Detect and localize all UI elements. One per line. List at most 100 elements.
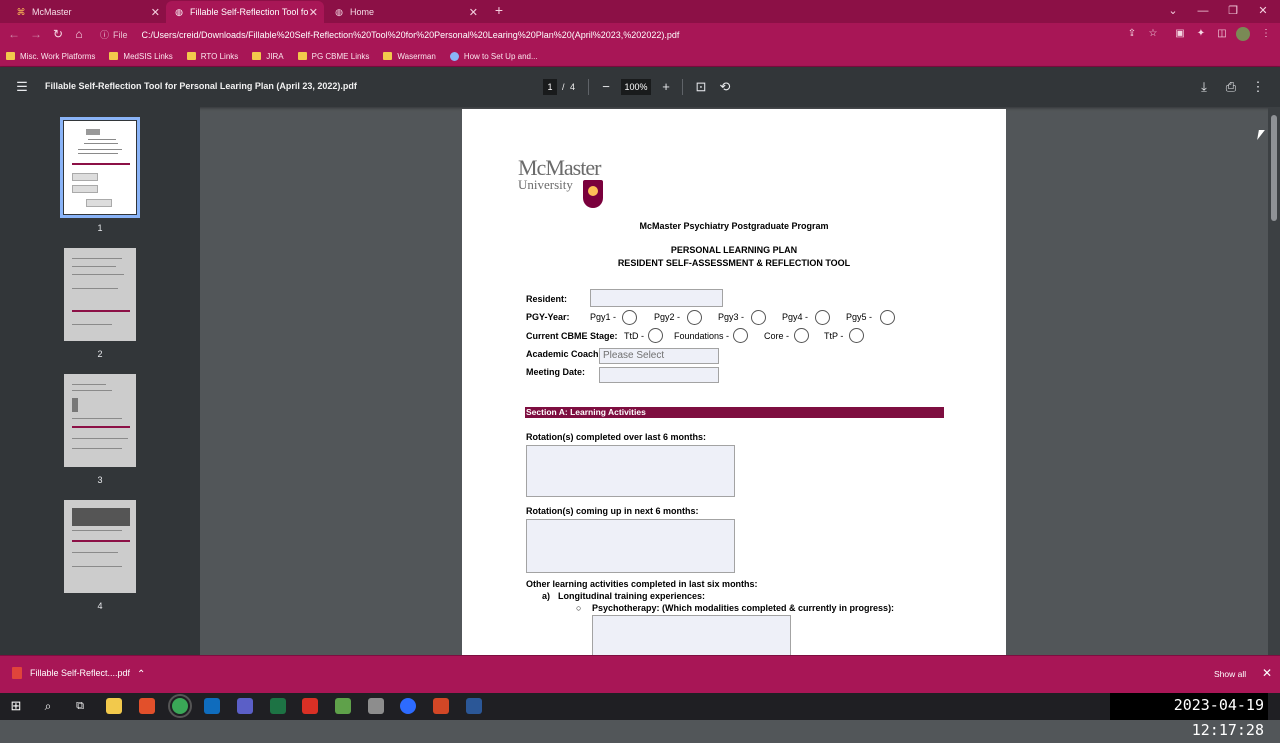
powerpoint-icon[interactable] — [433, 698, 449, 714]
menu-kebab-icon[interactable]: ⋮ — [1258, 26, 1274, 42]
foundations-radio[interactable] — [733, 328, 748, 343]
page-number-input[interactable]: 1 — [543, 79, 557, 95]
calculator-icon[interactable] — [368, 698, 384, 714]
section-a-header: Section A: Learning Activities — [525, 407, 944, 418]
page-thumbnail-3[interactable] — [64, 374, 136, 467]
new-tab-button[interactable]: + — [488, 2, 510, 20]
zoom-out-button[interactable]: − — [598, 79, 614, 95]
minimize-button[interactable]: — — [1192, 2, 1214, 20]
bookmark-misc-work-platforms[interactable]: Misc. Work Platforms — [6, 52, 95, 61]
ttd-radio[interactable] — [648, 328, 663, 343]
rotations-past-field[interactable] — [526, 445, 735, 497]
scrollbar-thumb[interactable] — [1271, 115, 1277, 221]
reload-button[interactable]: ↻ — [50, 26, 66, 42]
foundations-label: Foundations - — [674, 331, 730, 341]
zoom-input[interactable]: 100% — [621, 79, 651, 95]
print-icon[interactable]: ⎙ — [1223, 79, 1239, 95]
close-window-button[interactable]: ✕ — [1252, 2, 1274, 20]
show-all-button[interactable]: Show all — [1214, 669, 1246, 679]
close-download-bar-icon[interactable]: ✕ — [1262, 666, 1272, 680]
core-label: Core - — [764, 331, 790, 341]
share-icon[interactable]: ⇪ — [1124, 26, 1140, 42]
bookmark-label: Misc. Work Platforms — [20, 51, 96, 61]
meeting-date-field[interactable] — [599, 367, 719, 383]
rotations-next-label: Rotation(s) coming up in next 6 months: — [526, 506, 699, 516]
item-a-marker: a) — [542, 591, 551, 601]
info-icon: ⓘ — [100, 30, 110, 40]
ttp-radio[interactable] — [849, 328, 864, 343]
file-explorer-icon[interactable] — [106, 698, 122, 714]
bookmark-medsis-links[interactable]: MedSIS Links — [109, 52, 173, 61]
page-thumbnail-1[interactable] — [60, 117, 140, 218]
sidebar-menu-icon[interactable]: ☰ — [14, 79, 30, 95]
windows-start-icon[interactable]: ⊞ — [8, 698, 24, 714]
address-bar-row: ← → ↻ ⌂ ⓘ File C:/Users/creid/Downloads/… — [0, 23, 1280, 46]
download-filename: Fillable Self-Reflect....pdf — [30, 668, 131, 678]
folder-icon — [109, 52, 119, 60]
bookmark-rto-links[interactable]: RTO Links — [186, 51, 239, 61]
home-button[interactable]: ⌂ — [71, 26, 87, 42]
academic-coach-value: Please Select — [603, 350, 665, 361]
bookmark-waserman[interactable]: Waserman — [383, 52, 436, 61]
fit-to-page-icon[interactable]: ⊡ — [693, 79, 709, 95]
chrome-icon[interactable] — [168, 694, 192, 718]
app-green-icon[interactable] — [335, 698, 351, 714]
profile-avatar[interactable] — [1236, 27, 1250, 41]
forward-button[interactable]: → — [28, 26, 44, 42]
bookmark-pg-cbme-links[interactable]: PG CBME Links — [297, 52, 369, 61]
tab-mcmaster[interactable]: ⌘ McMaster ✕ — [8, 1, 166, 23]
extension-app-icon[interactable]: ▣ — [1172, 26, 1188, 42]
pdf-file-icon — [12, 667, 22, 679]
app-orange-icon[interactable] — [139, 698, 155, 714]
teams-icon[interactable] — [237, 698, 253, 714]
rotations-next-field[interactable] — [526, 519, 735, 573]
psychotherapy-label: Psychotherapy: (Which modalities complet… — [592, 603, 895, 613]
viewer-scrollbar[interactable] — [1268, 107, 1280, 655]
zoom-in-button[interactable]: + — [658, 79, 674, 95]
task-view-icon[interactable]: ⧉ — [72, 698, 88, 714]
restore-button[interactable]: ❐ — [1222, 2, 1244, 20]
pgy1-radio[interactable] — [622, 310, 637, 325]
bullet-icon: ○ — [576, 603, 582, 613]
excel-icon[interactable] — [270, 698, 286, 714]
pgy2-radio[interactable] — [687, 310, 702, 325]
logo-university: University — [518, 177, 573, 192]
close-tab-icon[interactable]: ✕ — [309, 6, 318, 19]
zoom-icon[interactable] — [400, 698, 416, 714]
academic-coach-select[interactable]: Please Select — [599, 348, 719, 364]
side-panel-icon[interactable]: ◫ — [1214, 26, 1230, 42]
document-title: Fillable Self-Reflection Tool for Person… — [45, 81, 357, 91]
close-tab-icon[interactable]: ✕ — [151, 6, 160, 19]
acrobat-icon[interactable] — [302, 698, 318, 714]
word-icon[interactable] — [466, 698, 482, 714]
tab-pdf[interactable]: ◍ Fillable Self-Reflection Tool for P ✕ — [166, 1, 324, 23]
back-button[interactable]: ← — [6, 26, 22, 42]
chevron-up-icon[interactable]: ⌃ — [137, 669, 145, 680]
outlook-icon[interactable] — [204, 698, 220, 714]
rotate-icon[interactable]: ⟲ — [717, 79, 733, 95]
resident-field[interactable] — [590, 289, 723, 307]
pgy2-label: Pgy2 - — [654, 312, 681, 322]
tab-search-icon[interactable]: ⌄ — [1162, 2, 1184, 20]
pgy4-radio[interactable] — [815, 310, 830, 325]
search-icon[interactable]: ⌕ — [40, 698, 56, 714]
close-tab-icon[interactable]: ✕ — [469, 6, 478, 19]
core-radio[interactable] — [794, 328, 809, 343]
tab-home[interactable]: ◍ Home ✕ — [326, 1, 484, 23]
download-icon[interactable]: ⤓ — [1196, 79, 1212, 95]
bookmark-label: RTO Links — [200, 51, 239, 61]
url-input[interactable]: ⓘ File C:/Users/creid/Downloads/Fillable… — [96, 25, 1170, 44]
page-thumbnail-4[interactable] — [64, 500, 136, 593]
bookmark-star-icon[interactable]: ☆ — [1145, 26, 1161, 42]
download-item[interactable]: Fillable Self-Reflect....pdf — [12, 667, 130, 679]
thumbnail-sidebar: 1 2 3 4 — [0, 107, 200, 655]
bookmark-jira[interactable]: JIRA — [252, 52, 284, 61]
pgy5-radio[interactable] — [880, 310, 895, 325]
thumbnail-number: 3 — [97, 475, 103, 485]
more-options-icon[interactable]: ⋮ — [1250, 79, 1266, 95]
pgy3-radio[interactable] — [751, 310, 766, 325]
extensions-puzzle-icon[interactable]: ✦ — [1193, 26, 1209, 42]
psychotherapy-field[interactable] — [592, 615, 791, 655]
bookmark-how-to-set-up[interactable]: How to Set Up and... — [449, 51, 538, 61]
page-thumbnail-2[interactable] — [64, 248, 136, 341]
